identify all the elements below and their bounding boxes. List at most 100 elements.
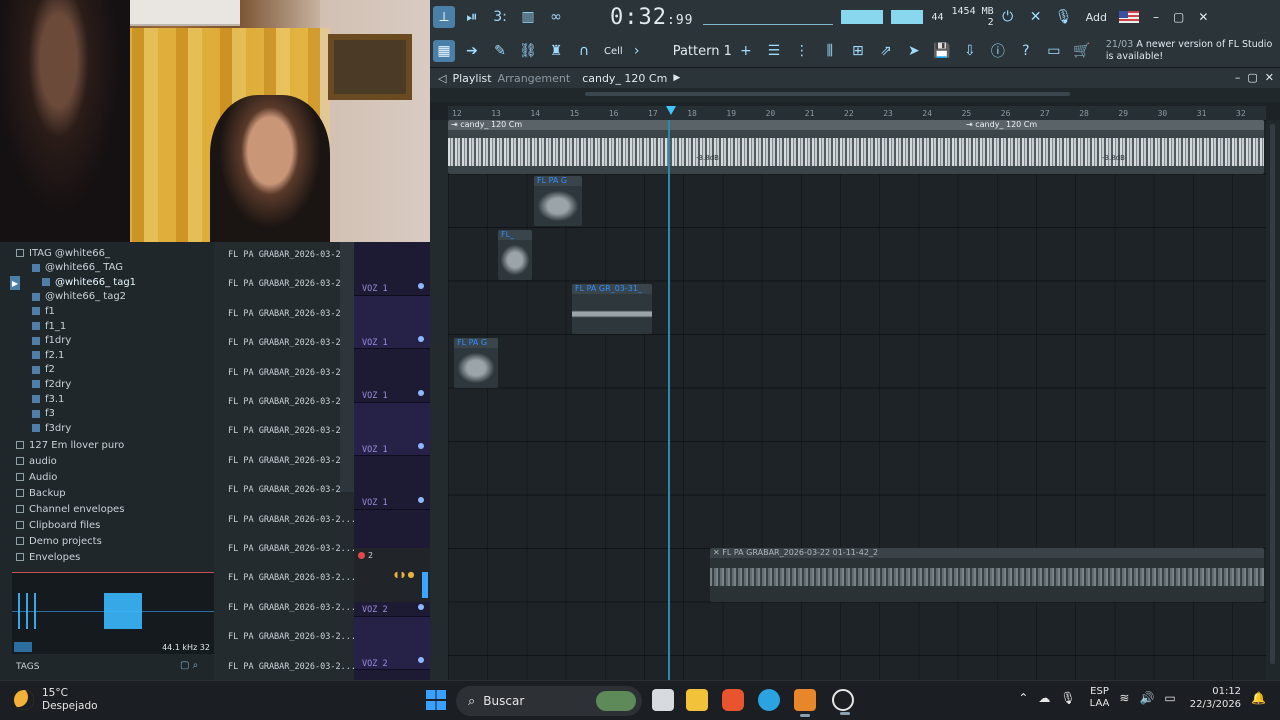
plugin-picker-icon[interactable]: ➤: [903, 40, 925, 62]
channel-name[interactable]: FL PA GRABAR_2026-03-2...: [228, 309, 356, 319]
sample-preview[interactable]: 44.1 kHz 32: [12, 572, 214, 654]
scrollbar-thumb[interactable]: [1270, 124, 1275, 664]
channel-name[interactable]: FL PA GRABAR_2026-03-2...: [228, 279, 356, 289]
magnet-icon[interactable]: ∩: [573, 40, 595, 62]
maximize-button[interactable]: ▢: [1173, 10, 1184, 24]
vertical-scrollbar[interactable]: [1266, 120, 1280, 680]
channel-name[interactable]: FL PA GRABAR_2026-03-2...: [228, 573, 356, 583]
browser-item[interactable]: f3: [32, 407, 55, 421]
browser-item[interactable]: @white66_ TAG: [32, 261, 123, 275]
tools-icon[interactable]: ✕: [1025, 6, 1047, 28]
link-icon[interactable]: ⛓: [517, 40, 539, 62]
channel-name[interactable]: FL PA GRABAR_2026-03-2...: [228, 544, 356, 554]
tags-label[interactable]: TAGS: [16, 662, 39, 672]
mixer-icon[interactable]: ⫼: [819, 40, 841, 62]
add-menu[interactable]: Add: [1086, 11, 1107, 24]
audio-clip[interactable]: FL PA G: [534, 176, 582, 226]
browser-item[interactable]: f1: [32, 304, 55, 318]
channel-name[interactable]: FL PA GRABAR_2026-03-2...: [228, 397, 356, 407]
add-pattern-icon[interactable]: +: [735, 40, 757, 62]
track-header[interactable]: VOZ 2: [354, 616, 430, 670]
browser-item[interactable]: @white66_ tag1: [42, 275, 136, 289]
cart-icon[interactable]: 🛒: [1071, 40, 1093, 62]
channel-name[interactable]: FL PA GRABAR_2026-03-2...: [228, 338, 356, 348]
channel-name[interactable]: FL PA GRABAR_2026-03-2...: [228, 632, 356, 642]
browser-item[interactable]: f3dry: [32, 421, 71, 435]
browser-item[interactable]: Audio: [16, 470, 57, 484]
arrangement-name[interactable]: candy_ 120 Cm: [582, 72, 667, 85]
channel-rack-icon[interactable]: ⋮: [791, 40, 813, 62]
info-icon[interactable]: ⓘ: [987, 40, 1009, 62]
battery-icon[interactable]: ▭: [1164, 691, 1175, 705]
pattern-selector[interactable]: Pattern 1: [673, 44, 732, 59]
playlist-window-controls[interactable]: – ▢ ✕: [1235, 71, 1274, 84]
track-enable-icon[interactable]: [418, 657, 424, 663]
window-icon[interactable]: ▭: [1043, 40, 1065, 62]
channel-name[interactable]: FL PA GRABAR_2026-03-2...: [228, 426, 356, 436]
track-header-selected[interactable]: 2 ◖ ◗ ●: [354, 548, 430, 602]
browser-item[interactable]: Clipboard files: [16, 518, 100, 532]
panic-icon[interactable]: ⏻: [997, 6, 1019, 28]
channel-name[interactable]: FL PA GRABAR_2026-03-2...: [228, 368, 356, 378]
loop-record-icon[interactable]: ∞: [545, 6, 567, 28]
scrollbar-thumb[interactable]: [585, 92, 1070, 96]
browser-item[interactable]: @white66_ tag2: [32, 290, 126, 304]
browser-item[interactable]: f2.1: [32, 348, 64, 362]
time-display[interactable]: 0:32:99: [610, 5, 693, 30]
step-edit-icon[interactable]: ▥: [517, 6, 539, 28]
audio-clip[interactable]: FL PA G: [454, 338, 498, 388]
language-indicator[interactable]: ESP LAA: [1090, 686, 1110, 710]
track-enable-icon[interactable]: [418, 389, 424, 396]
track-enable-icon[interactable]: [418, 496, 424, 503]
track-enable-icon[interactable]: [418, 336, 424, 342]
stamp-icon[interactable]: ♜: [545, 40, 567, 62]
channel-name[interactable]: FL PA GRABAR_2026-03-2...: [228, 515, 356, 525]
track-header[interactable]: VOZ 1: [354, 349, 430, 403]
playlist-grid[interactable]: ⇥ candy_ 120 Cm ⇥ candy_ 120 Cm -3.8dB -…: [448, 120, 1266, 680]
speaker-icon[interactable]: ◁: [438, 72, 446, 85]
render-icon[interactable]: ⇩: [959, 40, 981, 62]
channel-name[interactable]: FL PA GRABAR_2026-03-2...: [228, 662, 356, 672]
browser-item[interactable]: f2: [32, 363, 55, 377]
track-header[interactable]: VOZ 1: [354, 456, 430, 510]
browser-icon[interactable]: ⇗: [875, 40, 897, 62]
telegram-icon[interactable]: [758, 689, 780, 711]
audio-clip-main[interactable]: ⇥ candy_ 120 Cm ⇥ candy_ 120 Cm -3.8dB -…: [448, 120, 1264, 174]
browser-item[interactable]: f1_1: [32, 319, 66, 333]
update-notice[interactable]: 21/03 A newer version of FL Studio is av…: [1106, 39, 1276, 63]
close-button[interactable]: ✕: [1198, 10, 1208, 24]
save-icon[interactable]: 💾: [931, 40, 953, 62]
playlist-mode-icon[interactable]: ▦: [433, 40, 455, 62]
wait-input-icon[interactable]: ⏯: [461, 6, 483, 28]
mic-icon[interactable]: 🎙: [1053, 6, 1075, 28]
draw-arrow-icon[interactable]: ➔: [461, 40, 483, 62]
browser-item[interactable]: Backup: [16, 486, 66, 500]
fl-studio-icon[interactable]: [794, 689, 816, 717]
channel-scrollbar[interactable]: [340, 242, 354, 492]
countdown-icon[interactable]: 3:: [489, 6, 511, 28]
minimize-button[interactable]: –: [1153, 10, 1159, 24]
playhead-marker[interactable]: [666, 106, 676, 115]
track-enable-icon[interactable]: [418, 603, 424, 610]
task-view-icon[interactable]: [652, 689, 674, 711]
metronome-icon[interactable]: ⟂: [433, 6, 455, 28]
brave-browser-icon[interactable]: [722, 689, 744, 711]
record-arm-icon[interactable]: [358, 552, 365, 559]
playlist-icon[interactable]: ☰: [763, 40, 785, 62]
play-preview-icon[interactable]: ▶: [10, 276, 20, 290]
flag-icon[interactable]: [1118, 11, 1139, 23]
wifi-icon[interactable]: ≋: [1119, 691, 1129, 705]
browser-item[interactable]: ITAG @white66_: [16, 246, 110, 260]
track-enable-icon[interactable]: [418, 443, 424, 449]
timeline-ruler[interactable]: 12 13 14 15 16 17 18 19 20 21 22 23 24 25 26 27 28 29 30 31…: [448, 106, 1266, 120]
channel-name[interactable]: FL PA GRABAR_2026-03-2...: [228, 456, 356, 466]
taskbar-search[interactable]: ⌕ Buscar: [456, 686, 642, 716]
track-header[interactable]: VOZ 1: [354, 295, 430, 349]
browser-item[interactable]: audio: [16, 454, 57, 468]
notification-icon[interactable]: 🔔: [1251, 691, 1266, 705]
track-header[interactable]: VOZ 1: [354, 242, 430, 296]
pencil-icon[interactable]: ✎: [489, 40, 511, 62]
horizontal-scrollbar[interactable]: [430, 88, 1280, 102]
snap-selector[interactable]: Cell: [604, 46, 623, 57]
browser-item[interactable]: f1dry: [32, 334, 71, 348]
